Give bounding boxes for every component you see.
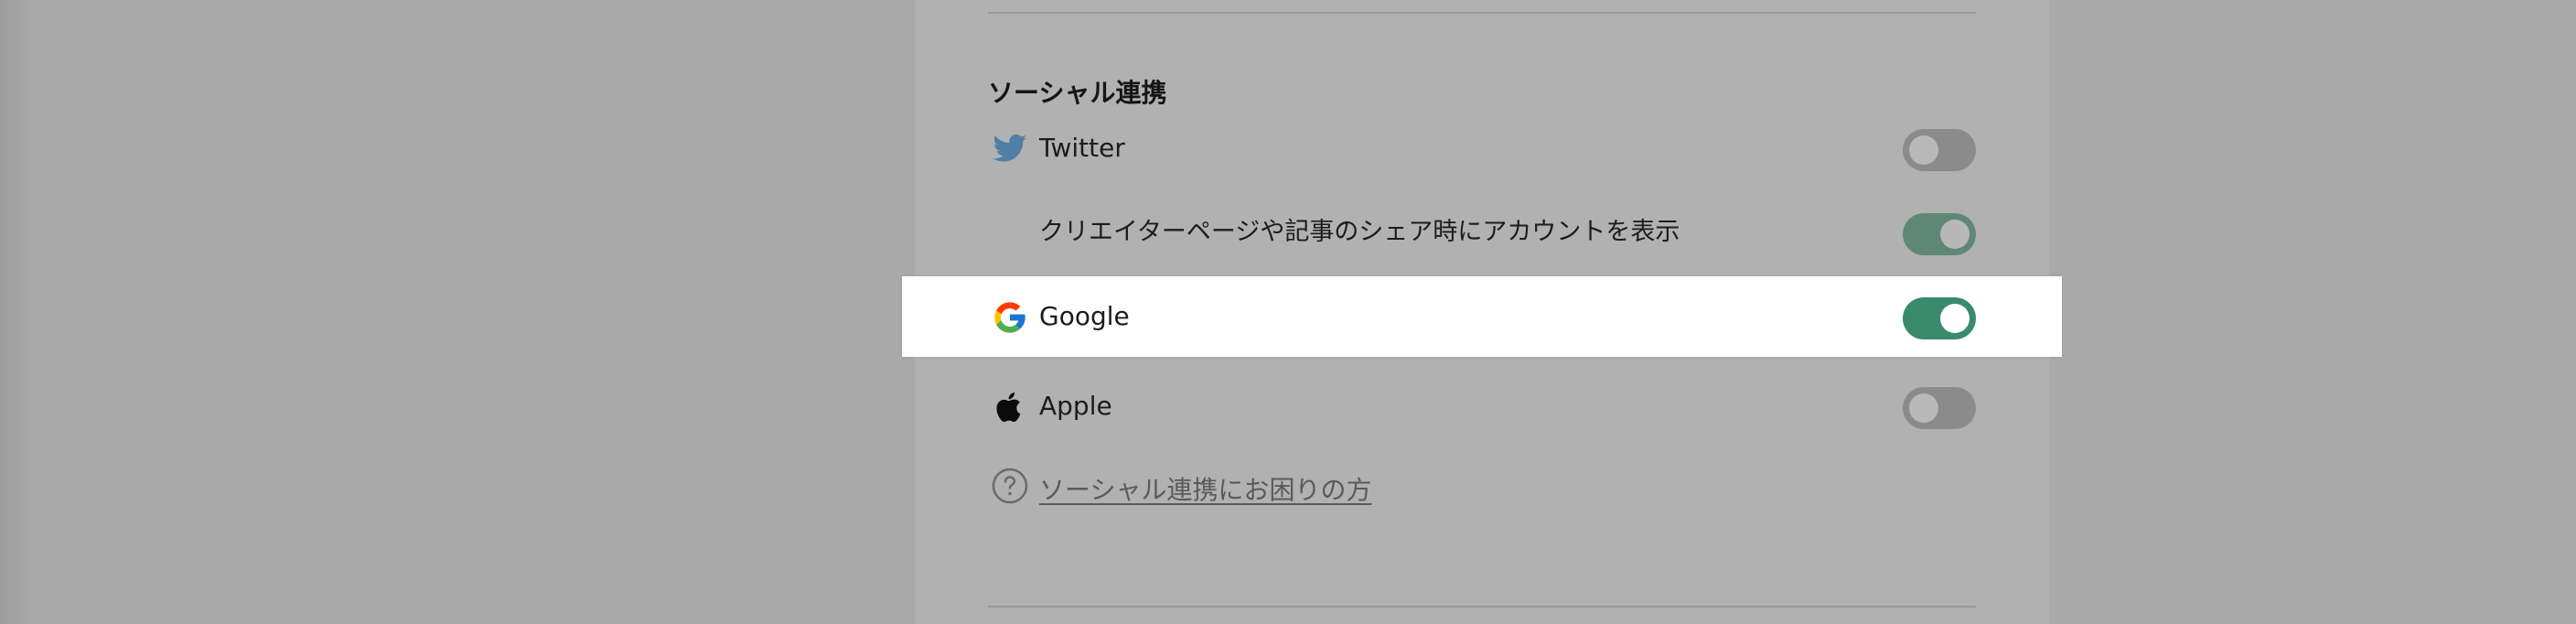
apple-toggle[interactable] [1903,387,1976,429]
toggle-knob [1909,135,1938,165]
google-row: Google [988,289,1976,344]
twitter-share-toggle[interactable] [1903,213,1976,255]
help-circle-icon [992,468,1028,504]
toggle-knob [1940,304,1970,333]
toggle-knob [1909,393,1938,423]
section-divider-top [988,12,1976,14]
apple-row: Apple [988,379,1976,434]
twitter-icon [992,131,1028,167]
twitter-row: Twitter [988,121,1976,176]
google-toggle[interactable] [1903,297,1976,339]
apple-icon [992,389,1028,425]
twitter-share-option-row: クリエイターページや記事のシェア時にアカウントを表示 [988,205,1976,260]
toggle-knob [1940,220,1970,249]
section-title: ソーシャル連携 [988,78,1167,108]
apple-label: Apple [1039,391,1112,421]
google-label: Google [1039,301,1130,331]
section-divider-bottom [988,606,1976,608]
google-row-highlight: Google [902,276,2062,357]
twitter-toggle[interactable] [1903,129,1976,171]
social-help-link[interactable]: ソーシャル連携にお困りの方 [1039,463,1371,518]
google-icon [992,299,1028,336]
twitter-share-option-label: クリエイターページや記事のシェア時にアカウントを表示 [1039,218,1680,246]
overlay-edge [0,0,37,624]
help-row: ソーシャル連携にお困りの方 [988,463,1720,518]
twitter-label: Twitter [1039,133,1125,163]
